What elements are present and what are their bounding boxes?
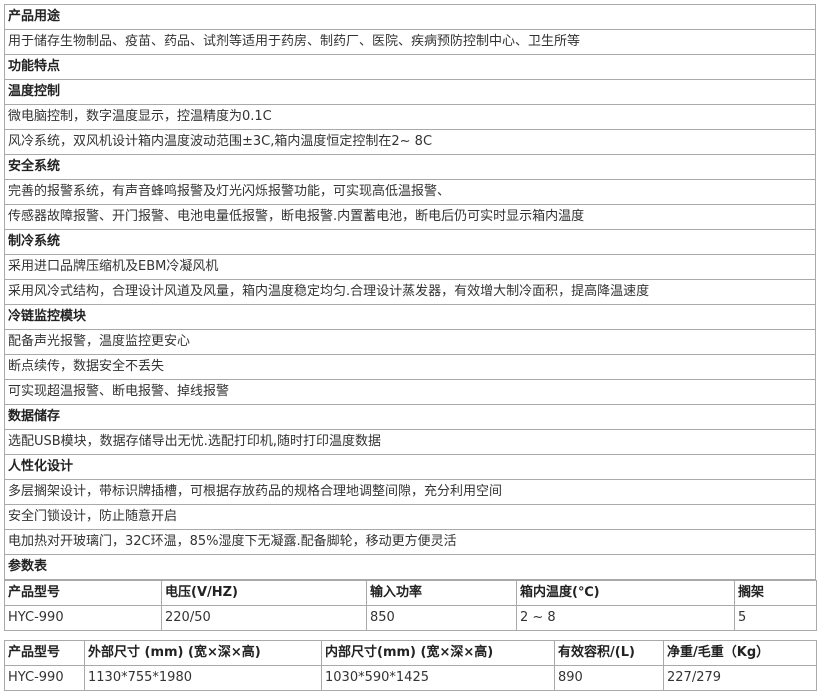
spec-table-electrical: 产品型号 电压(V/HZ) 输入功率 箱内温度(℃) 搁架 HYC-990 22… xyxy=(4,580,817,631)
section-heading: 冷链监控模块 xyxy=(4,304,816,330)
header-input-power: 输入功率 xyxy=(366,580,517,606)
description-row: 选配USB模块，数据存储导出无忧.选配打印机,随时打印温度数据 xyxy=(4,429,816,455)
section-heading-row: 人性化设计 xyxy=(4,454,816,480)
section-heading: 人性化设计 xyxy=(4,454,816,480)
value-model: HYC-990 xyxy=(4,605,162,631)
description-row: 多层搁架设计，带标识牌插槽，可根据存放药品的规格合理地调整间隙，充分利用空间 xyxy=(4,479,816,505)
section-heading: 参数表 xyxy=(4,554,816,580)
section-heading: 制冷系统 xyxy=(4,229,816,255)
value-voltage: 220/50 xyxy=(161,605,367,631)
section-heading-row: 温度控制 xyxy=(4,79,816,105)
section-heading: 温度控制 xyxy=(4,79,816,105)
description-row: 配备声光报警，温度监控更安心 xyxy=(4,329,816,355)
header-internal-size: 内部尺寸(mm) (宽×深×高) xyxy=(321,640,555,666)
section-heading: 安全系统 xyxy=(4,154,816,180)
description-row: 采用进口品牌压缩机及EBM冷凝风机 xyxy=(4,254,816,280)
header-shelves: 搁架 xyxy=(734,580,817,606)
value-net-gross-weight: 227/279 xyxy=(663,665,817,691)
product-info-sheet: 产品用途 用于储存生物制品、疫苗、药品、试剂等适用于药房、制药厂、医院、疾病预防控… xyxy=(4,4,817,691)
description-text: 完善的报警系统，有声音蜂鸣报警及灯光闪烁报警功能，可实现高低温报警、 xyxy=(4,179,816,205)
section-heading-row: 参数表 xyxy=(4,554,816,580)
description-text: 电加热对开玻璃门，32C环温，85%湿度下无凝露.配备脚轮，移动更方便灵活 xyxy=(4,529,816,555)
header-external-size: 外部尺寸 (mm) (宽×深×高) xyxy=(84,640,322,666)
description-text: 可实现超温报警、断电报警、掉线报警 xyxy=(4,379,816,405)
value-input-power: 850 xyxy=(366,605,517,631)
description-row: 可实现超温报警、断电报警、掉线报警 xyxy=(4,379,816,405)
spec-table-1-header-row: 产品型号 电压(V/HZ) 输入功率 箱内温度(℃) 搁架 xyxy=(4,580,817,606)
section-heading-row: 安全系统 xyxy=(4,154,816,180)
description-row: 微电脑控制，数字温度显示，控温精度为0.1C xyxy=(4,104,816,130)
header-voltage: 电压(V/HZ) xyxy=(161,580,367,606)
section-heading: 产品用途 xyxy=(4,4,816,30)
value-shelves: 5 xyxy=(734,605,817,631)
section-heading: 功能特点 xyxy=(4,54,816,80)
description-text: 采用风冷式结构，合理设计风道及风量，箱内温度稳定均匀.合理设计蒸发器，有效增大制… xyxy=(4,279,816,305)
header-chamber-temperature: 箱内温度(℃) xyxy=(516,580,735,606)
value-internal-size: 1030*590*1425 xyxy=(321,665,555,691)
description-row: 安全门锁设计，防止随意开启 xyxy=(4,504,816,530)
section-heading-row: 数据储存 xyxy=(4,404,816,430)
description-row: 用于储存生物制品、疫苗、药品、试剂等适用于药房、制药厂、医院、疾病预防控制中心、… xyxy=(4,29,816,55)
header-model: 产品型号 xyxy=(4,640,85,666)
value-chamber-temperature: 2 ~ 8 xyxy=(516,605,735,631)
description-row: 完善的报警系统，有声音蜂鸣报警及灯光闪烁报警功能，可实现高低温报警、 xyxy=(4,179,816,205)
spec-table-2-value-row: HYC-990 1130*755*1980 1030*590*1425 890 … xyxy=(4,665,817,691)
description-row: 采用风冷式结构，合理设计风道及风量，箱内温度稳定均匀.合理设计蒸发器，有效增大制… xyxy=(4,279,816,305)
section-heading-row: 功能特点 xyxy=(4,54,816,80)
description-row: 传感器故障报警、开门报警、电池电量低报警，断电报警.内置蓄电池，断电后仍可实时显… xyxy=(4,204,816,230)
description-table: 产品用途 用于储存生物制品、疫苗、药品、试剂等适用于药房、制药厂、医院、疾病预防控… xyxy=(4,4,816,580)
spec-table-dimensions: 产品型号 外部尺寸 (mm) (宽×深×高) 内部尺寸(mm) (宽×深×高) … xyxy=(4,640,817,691)
description-row: 风冷系统，双风机设计箱内温度波动范围±3C,箱内温度恒定控制在2~ 8C xyxy=(4,129,816,155)
description-text: 多层搁架设计，带标识牌插槽，可根据存放药品的规格合理地调整间隙，充分利用空间 xyxy=(4,479,816,505)
description-text: 选配USB模块，数据存储导出无忧.选配打印机,随时打印温度数据 xyxy=(4,429,816,455)
spec-table-1-value-row: HYC-990 220/50 850 2 ~ 8 5 xyxy=(4,605,817,631)
description-text: 微电脑控制，数字温度显示，控温精度为0.1C xyxy=(4,104,816,130)
spec-table-2-header-row: 产品型号 外部尺寸 (mm) (宽×深×高) 内部尺寸(mm) (宽×深×高) … xyxy=(4,640,817,666)
description-text: 用于储存生物制品、疫苗、药品、试剂等适用于药房、制药厂、医院、疾病预防控制中心、… xyxy=(4,29,816,55)
description-text: 断点续传，数据安全不丢失 xyxy=(4,354,816,380)
description-text: 风冷系统，双风机设计箱内温度波动范围±3C,箱内温度恒定控制在2~ 8C xyxy=(4,129,816,155)
value-external-size: 1130*755*1980 xyxy=(84,665,322,691)
header-effective-volume: 有效容积/(L) xyxy=(554,640,664,666)
description-text: 传感器故障报警、开门报警、电池电量低报警，断电报警.内置蓄电池，断电后仍可实时显… xyxy=(4,204,816,230)
section-heading: 数据储存 xyxy=(4,404,816,430)
description-text: 安全门锁设计，防止随意开启 xyxy=(4,504,816,530)
section-heading-row: 制冷系统 xyxy=(4,229,816,255)
header-net-gross-weight: 净重/毛重（Kg） xyxy=(663,640,817,666)
description-row: 电加热对开玻璃门，32C环温，85%湿度下无凝露.配备脚轮，移动更方便灵活 xyxy=(4,529,816,555)
description-row: 断点续传，数据安全不丢失 xyxy=(4,354,816,380)
table-gap xyxy=(4,631,816,640)
section-heading-row: 产品用途 xyxy=(4,4,816,30)
header-model: 产品型号 xyxy=(4,580,162,606)
section-heading-row: 冷链监控模块 xyxy=(4,304,816,330)
description-text: 配备声光报警，温度监控更安心 xyxy=(4,329,816,355)
value-effective-volume: 890 xyxy=(554,665,664,691)
value-model: HYC-990 xyxy=(4,665,85,691)
description-text: 采用进口品牌压缩机及EBM冷凝风机 xyxy=(4,254,816,280)
